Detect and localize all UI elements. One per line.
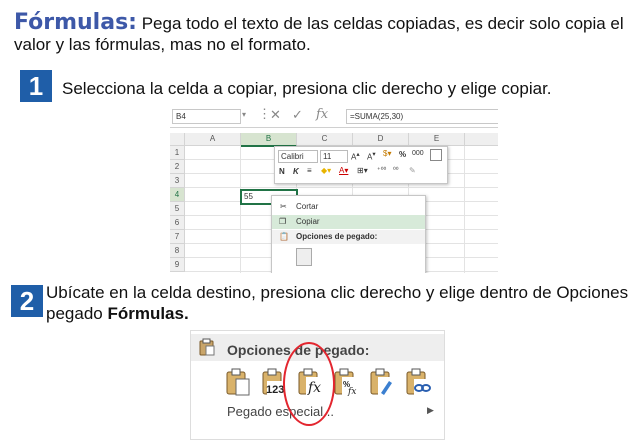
- paste-formulas-number-format-icon[interactable]: % fx: [333, 367, 361, 397]
- column-header[interactable]: B: [241, 133, 297, 147]
- step-2-badge: 2: [11, 285, 43, 317]
- fill-color-icon[interactable]: ◆▾: [321, 166, 331, 175]
- comma-style-icon[interactable]: 000: [412, 150, 424, 157]
- scissors-icon: ✂: [280, 202, 287, 211]
- clear-format-icon[interactable]: ✎: [409, 166, 416, 175]
- percent-style-icon[interactable]: %: [399, 150, 406, 159]
- row-header[interactable]: 6: [170, 216, 185, 230]
- borders-icon[interactable]: ⊞▾: [357, 166, 368, 175]
- formula-input[interactable]: =SUMA(25,30): [346, 109, 498, 124]
- row-header[interactable]: 3: [170, 174, 185, 188]
- column-header[interactable]: E: [409, 133, 465, 146]
- mini-toolbar: Calibri 11 A▴ A▾ $▾ % 000 N K ≡ ◆▾ A▾ ⊞▾…: [274, 146, 448, 184]
- excel-screenshot: B4 ▾ ⋮ ✕ ✓ fx =SUMA(25,30) A B C D E 1 2…: [170, 105, 498, 273]
- insert-function-icon[interactable]: fx: [316, 107, 328, 122]
- column-header[interactable]: [465, 133, 498, 146]
- select-all-corner[interactable]: [170, 133, 185, 146]
- paste-values-label: 123: [266, 384, 285, 396]
- decrease-font-icon[interactable]: A▾: [367, 150, 376, 162]
- menu-item-cut-label: Cortar: [296, 202, 319, 211]
- paste-formatting-icon[interactable]: [369, 367, 397, 397]
- enter-icon[interactable]: ✓: [292, 107, 303, 123]
- cancel-icon[interactable]: ✕: [270, 107, 281, 123]
- formulas-heading: Fórmulas:: [14, 10, 137, 35]
- step-2-text: Ubícate en la celda destino, presiona cl…: [46, 282, 636, 324]
- paste-link-icon[interactable]: [405, 367, 433, 397]
- menu-item-cut[interactable]: ✂ Cortar: [272, 200, 425, 214]
- bold-icon[interactable]: N: [279, 167, 285, 176]
- increase-decimal-icon[interactable]: ⁺⁰⁰: [377, 166, 386, 174]
- svg-text:fx: fx: [347, 387, 356, 397]
- column-header[interactable]: D: [353, 133, 409, 146]
- row-header[interactable]: 8: [170, 244, 185, 258]
- align-center-icon[interactable]: ≡: [307, 166, 312, 175]
- menu-section-label: Opciones de pegado:: [296, 232, 378, 241]
- row-header[interactable]: 9: [170, 258, 185, 272]
- font-size-box[interactable]: 11: [320, 150, 348, 163]
- step-2-bold-term: Fórmulas.: [107, 304, 189, 323]
- formula-bar: B4 ▾ ⋮ ✕ ✓ fx =SUMA(25,30): [170, 105, 498, 128]
- font-name-box[interactable]: Calibri: [278, 150, 318, 163]
- decrease-decimal-icon[interactable]: ⁰⁰: [393, 166, 399, 174]
- clipboard-icon: [199, 338, 215, 356]
- name-box[interactable]: B4: [172, 109, 241, 124]
- name-box-dropdown-icon[interactable]: ▾: [242, 110, 246, 119]
- intro-paragraph: Fórmulas: Pega todo el texto de las celd…: [14, 12, 634, 55]
- highlight-circle: [283, 342, 335, 426]
- step-1-badge: 1: [20, 70, 52, 102]
- column-header[interactable]: C: [297, 133, 353, 146]
- currency-format-icon[interactable]: $▾: [383, 149, 391, 158]
- italic-icon[interactable]: K: [293, 167, 299, 176]
- menu-section-paste-options: 📋 Opciones de pegado:: [272, 230, 425, 244]
- menu-item-copy-label: Copiar: [296, 217, 320, 226]
- font-color-icon[interactable]: A▾: [339, 166, 348, 175]
- row-header[interactable]: 4: [170, 188, 185, 202]
- row-header[interactable]: 5: [170, 202, 185, 216]
- paste-icon[interactable]: [225, 367, 253, 397]
- clipboard-icon: 📋: [279, 232, 289, 241]
- paste-icon[interactable]: [296, 248, 312, 266]
- increase-font-icon[interactable]: A▴: [351, 150, 360, 162]
- menu-item-copy[interactable]: ❐ Copiar: [272, 215, 425, 229]
- copy-icon: ❐: [279, 217, 287, 226]
- row-header[interactable]: 7: [170, 230, 185, 244]
- row-header[interactable]: 2: [170, 160, 185, 174]
- column-header[interactable]: A: [185, 133, 241, 146]
- format-painter-icon[interactable]: [430, 149, 442, 161]
- context-menu: ✂ Cortar ❐ Copiar 📋 Opciones de pegado:: [271, 195, 426, 273]
- row-header[interactable]: 1: [170, 146, 185, 160]
- step-1-text: Selecciona la celda a copiar, presiona c…: [62, 79, 552, 98]
- submenu-arrow-icon[interactable]: ▶: [427, 405, 434, 416]
